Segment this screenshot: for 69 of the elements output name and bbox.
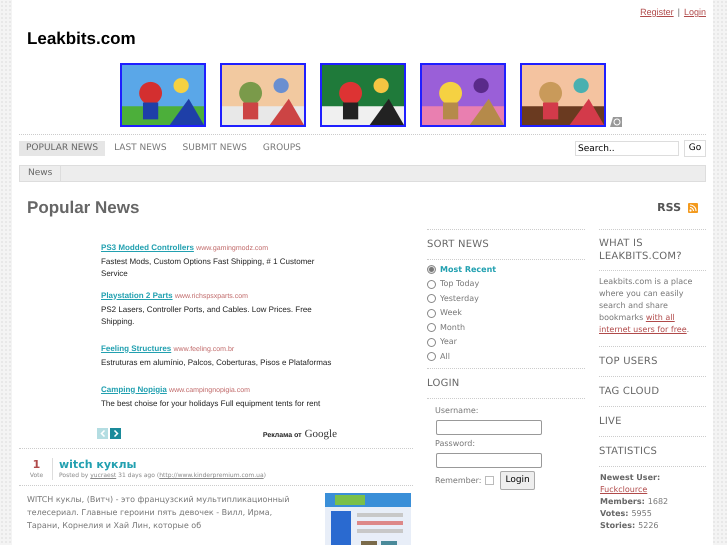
login-link[interactable]: Login bbox=[684, 6, 706, 20]
stat-label: Members: bbox=[600, 496, 645, 508]
radio-button[interactable] bbox=[427, 323, 436, 332]
page-title: Popular News bbox=[27, 197, 140, 219]
section-title: STATISTICS bbox=[599, 444, 658, 458]
radio-button[interactable] bbox=[427, 265, 436, 274]
go-button[interactable]: Go bbox=[684, 140, 706, 157]
brand-label: Google bbox=[304, 426, 337, 442]
section-title[interactable]: TOP USERS bbox=[599, 346, 706, 376]
sort-option-label[interactable]: All bbox=[440, 350, 450, 363]
radio-button[interactable] bbox=[427, 294, 436, 304]
ad-title-link[interactable]: Playstation 2 Parts bbox=[101, 290, 173, 300]
username-field[interactable] bbox=[436, 420, 542, 435]
section-title: WHAT IS LEAKBITS.COM? bbox=[599, 236, 683, 264]
stat-label: Stories: bbox=[600, 520, 636, 532]
stat-value: 1682 bbox=[648, 496, 668, 508]
stat-value: 5226 bbox=[638, 520, 659, 532]
sort-option-label[interactable]: Year bbox=[440, 336, 457, 348]
radio-button[interactable] bbox=[427, 338, 436, 347]
nav-tab[interactable]: SUBMIT NEWS bbox=[176, 140, 254, 156]
username-label: Username: bbox=[435, 405, 480, 417]
ad-text: The best choise for your holidays Full equipment tents for rent bbox=[101, 398, 322, 410]
sort-option-label[interactable]: Yesterday bbox=[440, 292, 479, 305]
nav-tab[interactable]: LAST NEWS bbox=[107, 140, 174, 156]
breadcrumb-item[interactable]: News bbox=[20, 166, 62, 181]
register-link[interactable]: Register bbox=[640, 6, 674, 20]
info-icon[interactable] bbox=[610, 117, 622, 127]
about-link[interactable]: with all bbox=[646, 312, 675, 322]
rss-link[interactable]: RSS bbox=[657, 200, 681, 216]
story-title[interactable]: witch куклы bbox=[59, 458, 266, 471]
section-title: LOGIN bbox=[427, 377, 461, 391]
ad-title-link[interactable]: PS3 Modded Controllers bbox=[101, 242, 194, 252]
ad-title-link[interactable]: Camping Nopigia bbox=[101, 384, 167, 394]
search-field[interactable]: Search.. bbox=[575, 141, 679, 156]
radio-button[interactable] bbox=[427, 352, 436, 362]
radio-button[interactable] bbox=[427, 308, 436, 318]
chevron-left-icon bbox=[100, 430, 106, 438]
about-link[interactable]: internet users for free bbox=[599, 324, 687, 334]
ad-title-link[interactable]: Feeling Structures bbox=[101, 344, 172, 352]
login-button[interactable]: Login bbox=[500, 471, 535, 490]
ad-text: Fastest Mods, Custom Options Fast Shipping, # 1 Customer Service bbox=[101, 256, 316, 280]
link-separator: | bbox=[678, 6, 680, 19]
story-excerpt: WITCH куклы, (Витч) - это французский мультипликационный телесериал. Главные героини пять девочек - Вилл, Ирма, Тарани, Корнелия и Хай Лин, которые об bbox=[27, 494, 290, 532]
site-title: Leakbits.com bbox=[27, 28, 137, 50]
nav-tab[interactable]: POPULAR NEWS bbox=[19, 140, 106, 156]
newest-user-link[interactable]: Fuckclource bbox=[600, 484, 706, 496]
password-label: Password: bbox=[435, 438, 476, 450]
ad-text: Estruturas em alumínio, Palcos, Coberturas, Pisos e Plataformas bbox=[101, 356, 332, 368]
sort-option-label[interactable]: Most Recent bbox=[440, 264, 496, 276]
sort-option-label[interactable]: Top Today bbox=[440, 278, 480, 290]
stat-label: Votes: bbox=[600, 508, 628, 520]
vote-count: 1 bbox=[32, 458, 40, 471]
remember-label: Remember: bbox=[435, 474, 482, 486]
ad-text: PS2 Lasers, Controller Ports, and Cables. Low Prices. Free Shipping. bbox=[101, 304, 313, 328]
about-text: Leakbits.com is a place where you can easily search and share bookmarks with all internet users for free. bbox=[599, 276, 694, 336]
rss-icon[interactable] bbox=[688, 202, 698, 213]
remember-checkbox[interactable] bbox=[485, 476, 494, 485]
section-title: SORT NEWS bbox=[427, 238, 490, 252]
nav-tab[interactable]: GROUPS bbox=[256, 140, 308, 156]
sort-option-label[interactable]: Week bbox=[440, 307, 462, 320]
password-field[interactable] bbox=[436, 453, 542, 468]
sort-option-label[interactable]: Month bbox=[440, 322, 466, 334]
section-title[interactable]: TAG CLOUD bbox=[599, 376, 706, 406]
next-button[interactable] bbox=[110, 428, 121, 440]
section-title[interactable]: LIVE bbox=[599, 406, 706, 436]
radio-button[interactable] bbox=[427, 280, 436, 289]
stat-value: 5955 bbox=[631, 508, 652, 520]
chevron-right-icon bbox=[112, 430, 118, 438]
stat-label: Newest User: bbox=[600, 472, 662, 484]
